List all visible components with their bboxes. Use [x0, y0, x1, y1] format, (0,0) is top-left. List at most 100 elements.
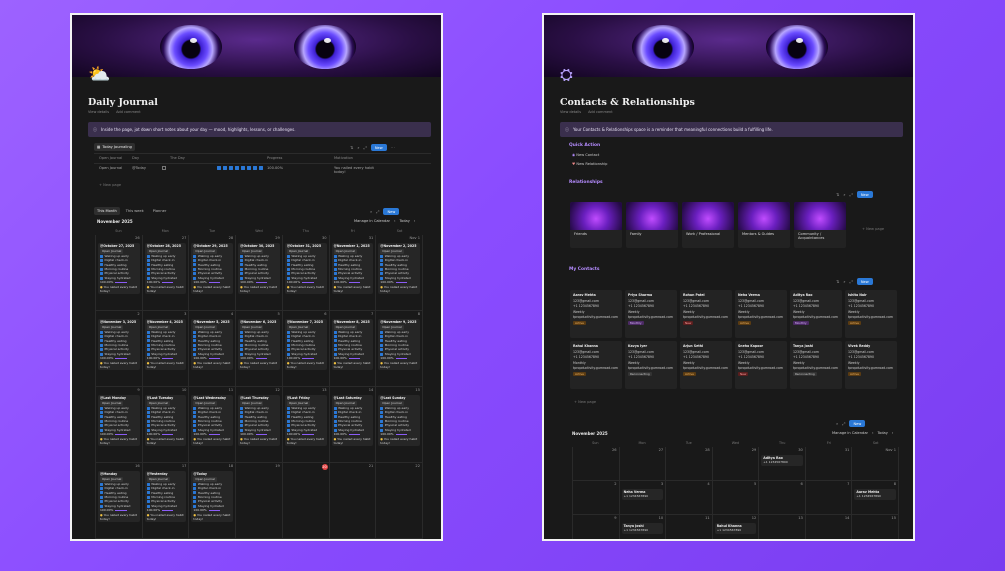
contact-card[interactable]: Rohan Patel 123@gmail.com +1 1234567890 Wee… — [680, 290, 732, 338]
calendar-day[interactable]: 27 — [619, 447, 667, 481]
checkbox-icon[interactable] — [286, 343, 290, 347]
habit-checkbox[interactable] — [259, 166, 263, 171]
calendar-day[interactable]: 13 @Last Friday Open Journal Waking up earl… — [282, 387, 330, 463]
checkbox-icon[interactable] — [333, 352, 337, 356]
next-icon[interactable]: › — [414, 219, 415, 223]
checkbox-icon[interactable] — [193, 406, 197, 410]
journal-card[interactable]: @Today Open Journal Waking up early Digital… — [191, 471, 234, 523]
calendar-day[interactable]: 28 — [666, 447, 713, 481]
checkbox-icon[interactable] — [333, 415, 337, 419]
journal-card[interactable]: @October 27, 2025 Open Journal Waking up e… — [98, 243, 140, 295]
new-button[interactable]: New — [383, 208, 400, 215]
calendar-day[interactable]: 28 @October 29, 2025 Open Journal Waking up… — [189, 235, 237, 311]
checkbox-icon[interactable] — [193, 419, 197, 423]
contact-card[interactable]: Aditya Rao 123@gmail.com +1 1234567890 Week… — [790, 290, 842, 338]
checkbox-icon[interactable] — [240, 276, 244, 280]
checkbox-icon[interactable] — [380, 272, 384, 276]
journal-card[interactable]: @Last Saturday Open Journal Waking up earl… — [331, 395, 374, 447]
calendar-day[interactable]: 7 @November 8, 2025 Open Journal Waking up … — [329, 311, 377, 387]
calendar-day[interactable]: 14 — [806, 515, 853, 539]
calendar-day[interactable]: 26 @October 27, 2025 Open Journal Waking up… — [96, 235, 143, 311]
checkbox-icon[interactable] — [193, 482, 197, 486]
calendar-day[interactable]: 27 @October 28, 2025 Open Journal Waking up… — [142, 235, 190, 311]
expand-icon[interactable]: ⤢ — [376, 209, 379, 214]
checkbox-icon[interactable] — [333, 343, 337, 347]
relationship-card[interactable]: FamilyRelationships — [626, 202, 678, 248]
checkbox-icon[interactable] — [380, 258, 384, 262]
calendar-day[interactable]: 3 @November 4, 2025 Open Journal Waking up … — [142, 311, 190, 387]
expand-icon[interactable]: ⤢ — [850, 279, 853, 284]
checkbox-icon[interactable] — [100, 410, 103, 414]
journal-card[interactable]: @October 30, 2025 Open Journal Waking up e… — [238, 243, 280, 295]
new-button[interactable]: New — [856, 191, 873, 198]
journal-card[interactable]: @November 2, 2025 Open Journal Waking up e… — [378, 243, 420, 295]
checkbox-icon[interactable] — [100, 482, 103, 486]
calendar-day[interactable]: 31 — [805, 447, 853, 481]
checkbox-icon[interactable] — [333, 419, 337, 423]
row-open-journal[interactable]: Open Journal — [99, 166, 122, 170]
checkbox-icon[interactable] — [193, 415, 197, 419]
calendar-day[interactable]: 6 — [759, 481, 806, 515]
journal-card[interactable]: @November 4, 2025 Open Journal Waking up e… — [144, 319, 187, 371]
checkbox-icon[interactable] — [286, 334, 290, 338]
habit-checkbox[interactable] — [217, 166, 221, 171]
checkbox-icon[interactable] — [286, 330, 290, 334]
checkbox-icon[interactable] — [380, 348, 384, 352]
calendar-day[interactable]: 5 @November 6, 2025 Open Journal Waking up … — [236, 311, 283, 387]
checkbox-icon[interactable] — [146, 410, 150, 414]
checkbox-icon[interactable] — [380, 410, 384, 414]
relationship-card[interactable]: Community / AcquaintancesRelationships — [794, 202, 846, 248]
contact-card[interactable]: Sneha Kapoor 123@gmail.com +1 1234567890 We… — [735, 341, 787, 389]
calendar-day[interactable]: 2 — [573, 481, 620, 515]
tab-this-week[interactable]: This week — [123, 207, 147, 215]
checkbox-icon[interactable] — [380, 334, 384, 338]
checkbox-icon[interactable] — [193, 258, 197, 262]
calendar-day[interactable]: 29 @October 30, 2025 Open Journal Waking up… — [236, 235, 283, 311]
checkbox-icon[interactable] — [286, 267, 290, 271]
search-icon[interactable]: ⌕ — [370, 209, 372, 214]
next-icon[interactable]: › — [892, 431, 893, 435]
new-relationship-button[interactable]: ♥ New Relationship — [572, 162, 607, 166]
calendar-day[interactable]: 8 Aarav Mehta +1 1234567890 — [852, 481, 899, 515]
checkbox-icon[interactable] — [146, 263, 150, 267]
relationship-card[interactable]: Work / ProfessionalRelationships — [682, 202, 734, 248]
journal-card[interactable]: @November 1, 2025 Open Journal Waking up e… — [331, 243, 374, 295]
calendar-day[interactable]: 20 — [282, 463, 330, 539]
prev-icon[interactable]: ‹ — [872, 431, 873, 435]
checkbox-icon[interactable] — [333, 410, 337, 414]
calendar-event[interactable]: Neha Verma +1 1234567890 — [621, 489, 664, 500]
journal-card[interactable]: @November 7, 2025 Open Journal Waking up e… — [284, 319, 327, 371]
checkbox-icon[interactable] — [333, 428, 337, 432]
checkbox-icon[interactable] — [100, 276, 103, 280]
checkbox-icon[interactable] — [286, 276, 290, 280]
tab-planner[interactable]: Planner — [150, 207, 170, 215]
calendar-day[interactable]: 10 @Last Tuesday Open Journal Waking up ear… — [142, 387, 190, 463]
calendar-day[interactable]: Nov 1 @November 2, 2025 Open Journal Waking… — [376, 235, 423, 311]
calendar-day[interactable]: 6 @November 7, 2025 Open Journal Waking up … — [282, 311, 330, 387]
checkbox-icon[interactable] — [146, 424, 150, 428]
checkbox-icon[interactable] — [380, 254, 384, 258]
checkbox-icon[interactable] — [193, 272, 197, 276]
checkbox-icon[interactable] — [100, 424, 103, 428]
relationship-card[interactable]: Mentors & GuidesRelationships — [738, 202, 790, 248]
contact-card[interactable]: Aarav Mehta 123@gmail.com +1 1234567890 Wee… — [570, 290, 622, 338]
checkbox-icon[interactable] — [146, 258, 150, 262]
journal-card[interactable]: @October 31, 2025 Open Journal Waking up e… — [284, 243, 327, 295]
checkbox-icon[interactable] — [333, 339, 337, 343]
today-button[interactable]: Today — [399, 219, 409, 223]
checkbox-icon[interactable] — [146, 343, 150, 347]
journal-card[interactable]: @Last Monday Open Journal Waking up early D… — [98, 395, 140, 447]
checkbox-icon[interactable] — [240, 352, 244, 356]
calendar-day[interactable]: 4 — [666, 481, 713, 515]
checkbox-icon[interactable] — [193, 486, 197, 490]
checkbox-icon[interactable] — [286, 415, 290, 419]
checkbox-icon[interactable] — [193, 410, 197, 414]
expand-icon[interactable]: ⤢ — [842, 421, 845, 426]
checkbox-icon[interactable] — [240, 410, 244, 414]
expand-icon[interactable]: ⤢ — [364, 145, 367, 150]
checkbox-icon[interactable] — [380, 343, 384, 347]
calendar-day[interactable]: Nov 1 — [852, 447, 899, 481]
today-button[interactable]: Today — [877, 431, 887, 435]
checkbox-icon[interactable] — [286, 258, 290, 262]
calendar-day[interactable]: 11 — [666, 515, 713, 539]
